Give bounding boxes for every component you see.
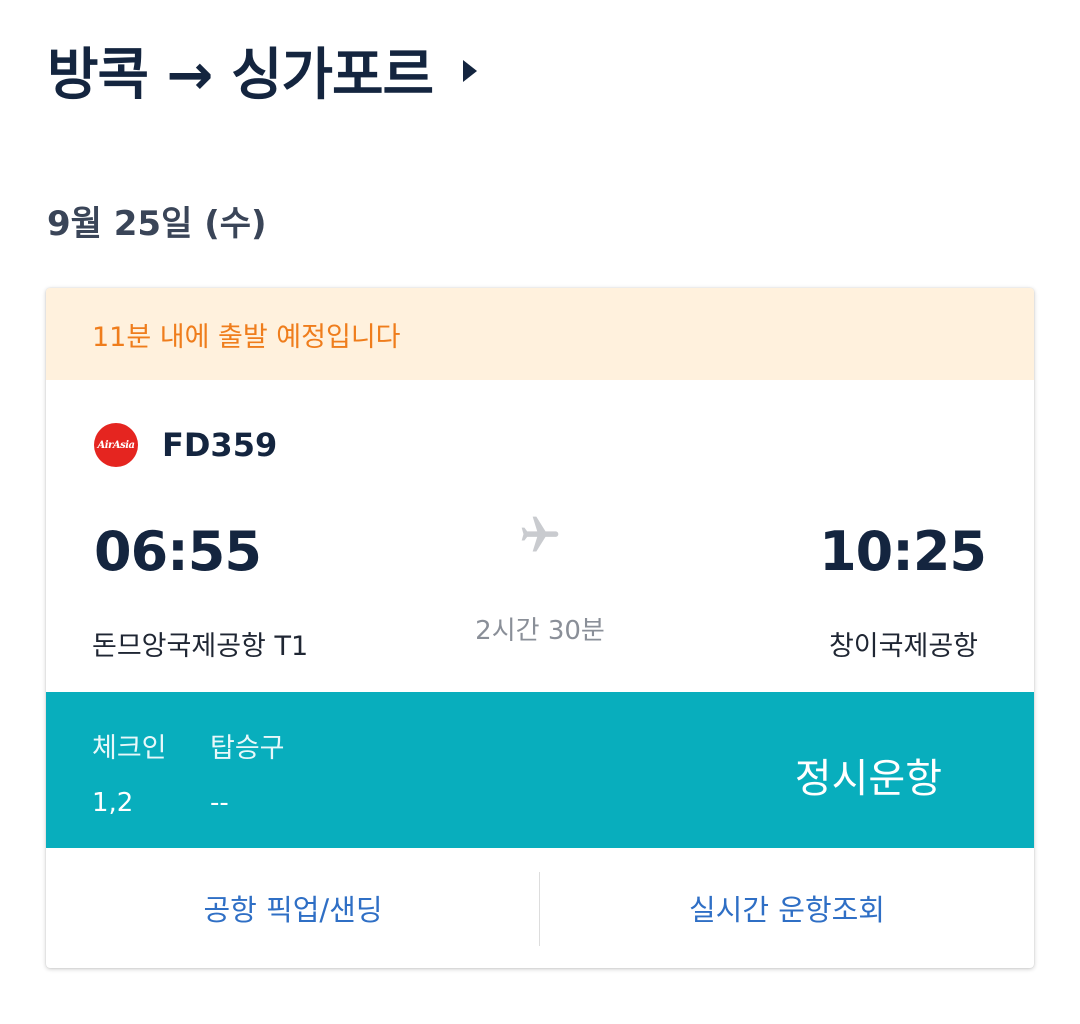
airplane-icon [521,516,559,552]
arrival-time: 10:25 [819,520,987,583]
flight-number: FD359 [162,426,278,464]
gate-label: 탑승구 [210,733,285,764]
flight-card: 11분 내에 출발 예정입니다 AirAsia FD359 06:55 10:2… [46,288,1034,968]
route-title-link[interactable]: 방콕 → 싱가포르 [47,30,478,111]
airport-pickup-button[interactable]: 공항 픽업/샌딩 [46,848,540,968]
route-title: 방콕 → 싱가포르 [47,43,434,108]
flight-body: AirAsia FD359 06:55 10:25 2시간 30분 돈므앙국제공… [46,380,1034,692]
departure-time: 06:55 [94,520,262,583]
flight-status-page: 방콕 → 싱가포르 9월 25일 (수) 11분 내에 출발 예정입니다 Air… [0,0,1080,1024]
airasia-logo: AirAsia [94,423,138,467]
live-flight-status-button[interactable]: 실시간 운항조회 [540,848,1034,968]
chevron-right-icon [463,59,478,82]
flight-status-bar: 체크인 탑승구 1,2 -- 정시운항 [46,692,1034,848]
airline-logo-text: AirAsia [97,439,136,451]
arrival-airport: 창이국제공항 [828,631,978,662]
gate-value: -- [210,788,229,818]
flight-date: 9월 25일 (수) [47,204,267,244]
departure-notice: 11분 내에 출발 예정입니다 [46,288,1034,380]
flight-status-text: 정시운항 [794,756,942,802]
actions-divider [539,872,540,946]
departure-airport: 돈므앙국제공항 T1 [92,631,309,662]
card-actions: 공항 픽업/샌딩 실시간 운항조회 [46,848,1034,968]
checkin-counter-value: 1,2 [92,788,134,818]
checkin-label: 체크인 [92,733,167,764]
departure-notice-text: 11분 내에 출발 예정입니다 [92,321,401,353]
